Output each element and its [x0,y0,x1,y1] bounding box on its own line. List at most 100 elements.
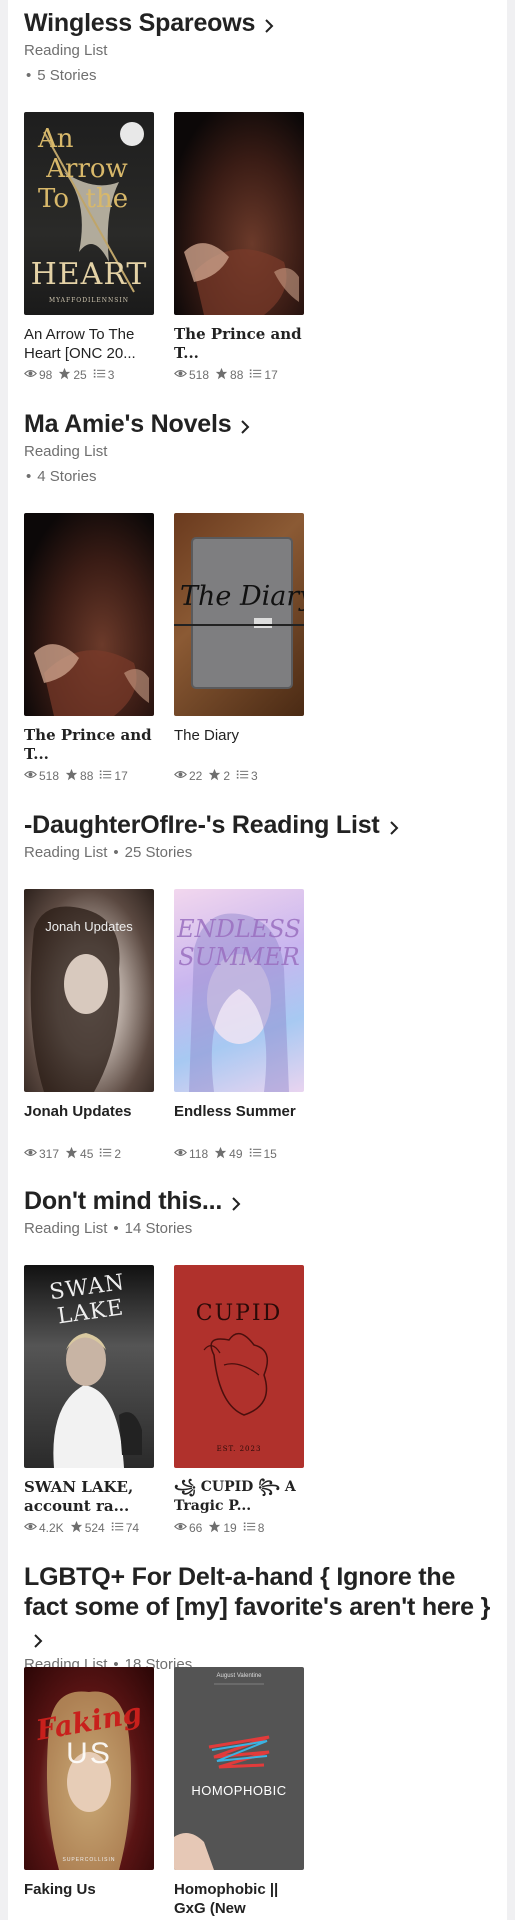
chevron-right-icon [384,815,404,835]
votes-stat: 19 [208,1520,237,1536]
chevron-right-icon [235,414,255,434]
list-icon [249,367,264,383]
book-cover[interactable]: The Diary [174,513,304,716]
list-icon [243,1520,258,1536]
book-title[interactable]: ꧁ CUPID ꧂ A Tragic P... [174,1478,304,1516]
book-carousel: SWAN LAKE SWAN LAKE, account ra... 4.2K … [24,1265,304,1536]
cover-author-art: MYAFFODILENNSIN [49,297,129,304]
reading-list-type: Reading List [24,443,108,460]
parts-stat: 15 [249,1146,277,1162]
parts-stat: 74 [111,1520,139,1536]
parts-stat: 2 [99,1146,121,1162]
reading-list-meta: Reading List • 25 Stories [24,844,193,861]
book-title[interactable]: Jonah Updates [24,1102,154,1140]
reading-list-title-link[interactable]: -DaughterOfIre-'s Reading List [24,810,499,840]
parts-stat: 17 [249,367,278,383]
book-cover[interactable]: Jonah Updates [24,889,154,1092]
book-card[interactable]: CUPID EST. 2023 ꧁ CUPID ꧂ A Tragic P... … [174,1265,304,1536]
cover-est-art: EST. 2023 [216,1445,262,1453]
reading-list-count: 5 Stories [37,67,97,84]
book-stats: 518 88 17 [24,768,154,784]
eye-icon [174,1520,189,1536]
reads-stat: 317 [24,1146,59,1162]
book-cover[interactable] [174,112,304,315]
book-card[interactable]: SWAN LAKE SWAN LAKE, account ra... 4.2K … [24,1265,154,1536]
votes-stat: 88 [65,768,93,784]
cover-title-art: The Diary [180,581,304,612]
book-cover[interactable]: SWAN LAKE [24,1265,154,1468]
reads-stat: 518 [174,367,209,383]
book-title[interactable]: An Arrow To The Heart [ONC 20... [24,325,154,363]
parts-stat: 8 [243,1520,264,1536]
reading-list-title-link[interactable]: LGBTQ+ For Delt-a-hand { Ignore the fact… [24,1562,499,1652]
book-stats: 518 88 17 [174,367,304,383]
reads-stat: 4.2K [24,1520,64,1536]
cover-author-art: August Valentine [216,1673,262,1679]
book-card[interactable]: August Valentine HOMOPHOBIC Homophobic |… [174,1667,304,1918]
cover-us-art: US [66,1737,112,1770]
votes-stat: 25 [58,367,87,383]
cover-title-art: HOMOPHOBIC [191,1783,287,1798]
book-cover[interactable]: An Arrow To the HEART MYAFFODILENNSIN [24,112,154,315]
book-cover[interactable]: ENDLESS SUMMER [174,889,304,1092]
reading-list-title-link[interactable]: Wingless Spareows [24,8,499,38]
book-stats: 4.2K 524 74 [24,1520,154,1536]
list-icon [236,768,251,784]
reading-list-title: Ma Amie's Novels [24,410,232,438]
chevron-right-icon [259,13,279,33]
book-card[interactable]: Jonah Updates Jonah Updates 317 45 2 [24,889,154,1162]
book-title[interactable]: Homophobic || GxG (New versio... [174,1880,304,1918]
book-cover[interactable]: Faking US SUPERCOLLISIN [24,1667,154,1870]
book-title[interactable]: Faking Us [24,1880,154,1918]
cover-title-art: CUPID [195,1301,283,1326]
eye-icon [24,367,39,383]
book-cover[interactable]: August Valentine HOMOPHOBIC [174,1667,304,1870]
reading-list-title-link[interactable]: Don't mind this... [24,1186,499,1216]
parts-stat: 3 [93,367,114,383]
reads-stat: 66 [174,1520,202,1536]
book-card[interactable]: Faking US SUPERCOLLISIN Faking Us [24,1667,154,1918]
book-cover[interactable] [24,513,154,716]
star-icon [70,1520,85,1536]
book-stats: 118 49 15 [174,1146,304,1162]
cover-author-art: SUPERCOLLISIN [62,1857,116,1863]
reading-list-meta: Reading List • 14 Stories [24,1220,193,1237]
votes-stat: 88 [215,367,243,383]
reads-stat: 98 [24,367,52,383]
book-title[interactable]: Endless Summer [174,1102,304,1140]
eye-icon [174,1146,189,1162]
reading-list-type: Reading List [24,42,108,59]
cover-title-art: Jonah Updates [45,919,133,934]
book-cover[interactable]: CUPID EST. 2023 [174,1265,304,1468]
reading-list-section: LGBTQ+ For Delt-a-hand { Ignore the fact… [24,1562,499,1917]
book-card[interactable]: The Diary The Diary 22 2 3 [174,513,304,784]
book-card[interactable]: An Arrow To the HEART MYAFFODILENNSIN An … [24,112,154,383]
reading-list-title: LGBTQ+ For Delt-a-hand { Ignore the fact… [24,1563,491,1621]
reading-list-section: Wingless Spareows Reading List • 5 Storie… [24,8,499,382]
eye-icon [174,768,189,784]
book-title[interactable]: The Diary [174,726,304,764]
reading-list-count: 4 Stories [37,468,97,485]
votes-stat: 2 [208,768,230,784]
star-icon [58,367,73,383]
votes-stat: 524 [70,1520,105,1536]
reading-list-title: Don't mind this... [24,1187,223,1215]
book-carousel: Jonah Updates Jonah Updates 317 45 2 END… [24,889,304,1162]
parts-stat: 3 [236,768,258,784]
book-title[interactable]: The Prince and T... [174,325,304,363]
book-card[interactable]: The Prince and T... 518 88 17 [174,112,304,383]
reading-list-title-link[interactable]: Ma Amie's Novels [24,409,499,439]
book-carousel: The Prince and T... 518 88 17 The Diary [24,513,304,784]
book-title[interactable]: The Prince and T... [24,726,154,764]
cover-title-art: An Arrow To the [38,124,129,214]
reading-list-count: 14 Stories [124,1220,193,1237]
eye-icon [24,1520,39,1536]
list-icon [99,1146,114,1162]
book-title[interactable]: SWAN LAKE, account ra... [24,1478,154,1516]
reads-stat: 518 [24,768,59,784]
cover-title-art: ENDLESS SUMMER [177,915,301,971]
book-card[interactable]: The Prince and T... 518 88 17 [24,513,154,784]
eye-icon [174,367,189,383]
book-card[interactable]: ENDLESS SUMMER Endless Summer 118 49 15 [174,889,304,1162]
book-carousel: Faking US SUPERCOLLISIN Faking Us August… [24,1667,304,1918]
